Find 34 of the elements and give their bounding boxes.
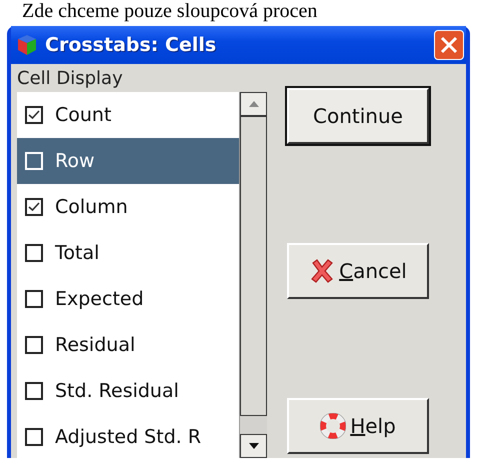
scrollbar[interactable]	[239, 92, 267, 458]
scroll-up-button[interactable]	[240, 92, 267, 116]
group-label: Cell Display	[17, 68, 124, 91]
up-arrow-icon	[248, 101, 258, 107]
check-icon	[28, 110, 40, 120]
list-item[interactable]: Expected	[17, 276, 239, 322]
continue-button[interactable]: Continue	[287, 88, 429, 144]
checkbox[interactable]	[25, 198, 43, 216]
close-button[interactable]	[434, 30, 464, 60]
scroll-down-button[interactable]	[240, 434, 267, 458]
scrollbar-thumb[interactable]	[240, 116, 267, 416]
list-item[interactable]: Std. Residual	[17, 368, 239, 414]
checkbox[interactable]	[25, 428, 43, 446]
checkbox[interactable]	[25, 106, 43, 124]
list-item[interactable]: Row	[17, 138, 239, 184]
checkbox[interactable]	[25, 290, 43, 308]
window-title: Crosstabs: Cells	[45, 34, 218, 56]
down-arrow-icon	[248, 443, 258, 449]
document-text: Zde chceme pouze sloupcová procen	[22, 0, 318, 22]
lifebuoy-icon	[320, 413, 346, 439]
checkbox[interactable]	[25, 244, 43, 262]
cube-icon	[17, 34, 37, 56]
cancel-button[interactable]: Cancel	[287, 243, 429, 299]
check-icon	[28, 202, 40, 212]
list-item[interactable]: Total	[17, 230, 239, 276]
list-item[interactable]: Residual	[17, 322, 239, 368]
list-item[interactable]: Count	[17, 92, 239, 138]
list-item[interactable]: Adjusted Std. R	[17, 414, 239, 458]
cross-icon	[309, 258, 336, 284]
checkbox[interactable]	[25, 382, 43, 400]
list-item[interactable]: Column	[17, 184, 239, 230]
help-button[interactable]: Help	[287, 398, 429, 454]
checkbox[interactable]	[25, 336, 43, 354]
close-icon	[440, 36, 458, 54]
